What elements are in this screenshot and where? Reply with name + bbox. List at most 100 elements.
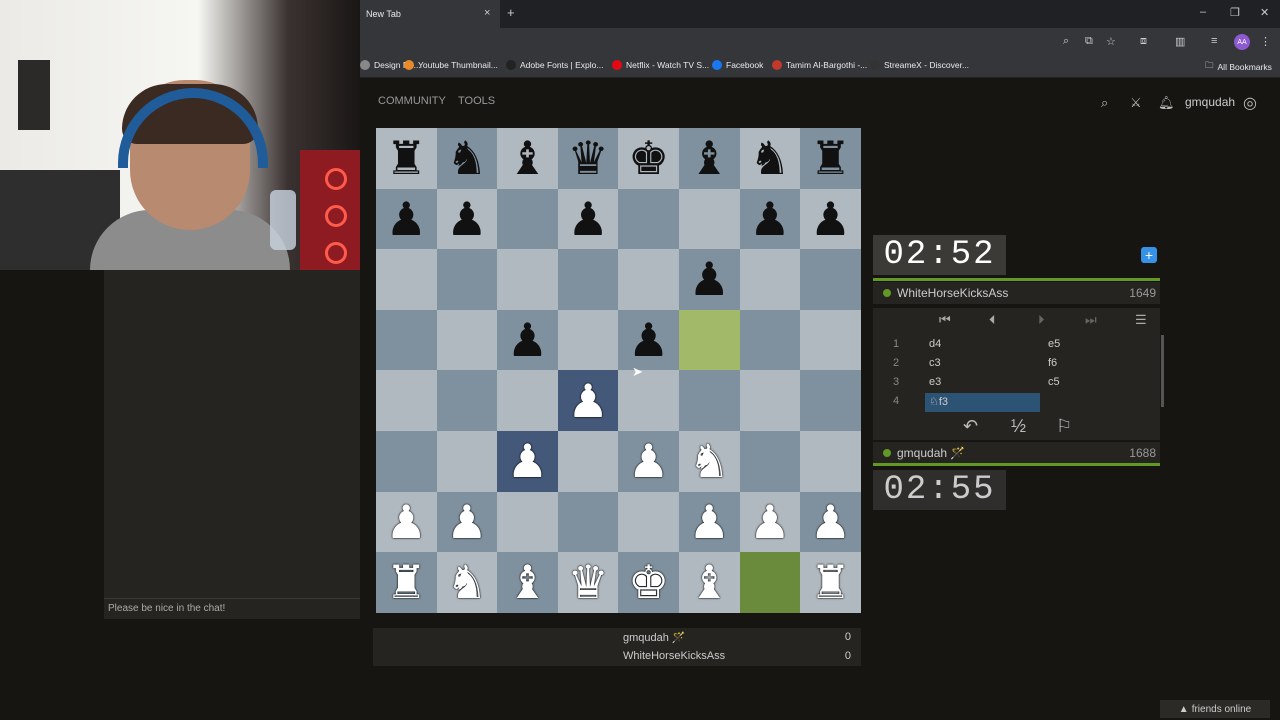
board-square[interactable]: ♟: [618, 430, 679, 492]
board-square[interactable]: [436, 430, 498, 492]
new-tab-icon[interactable]: +: [507, 5, 515, 20]
board-square[interactable]: [557, 249, 619, 310]
black-queen-icon[interactable]: ♛: [567, 135, 608, 181]
board-square[interactable]: ♜: [376, 128, 437, 189]
profile-avatar[interactable]: AA: [1234, 34, 1250, 50]
close-window-icon[interactable]: ✕: [1260, 6, 1269, 19]
bookmark-item[interactable]: Youtube Thumbnail...: [404, 60, 498, 70]
board-square[interactable]: ♟: [618, 309, 679, 371]
black-pawn-icon[interactable]: ♟: [386, 196, 427, 242]
board-square[interactable]: ♟: [678, 491, 740, 553]
sidebar-icon[interactable]: ▥: [1175, 35, 1185, 48]
black-move[interactable]: c5: [1048, 376, 1060, 388]
tab-close-icon[interactable]: ×: [484, 7, 490, 19]
board-square[interactable]: ♟: [376, 188, 437, 250]
score-name[interactable]: gmqudah 🪄: [623, 632, 686, 644]
board-square[interactable]: [800, 370, 861, 431]
board-square[interactable]: ♛: [557, 552, 619, 613]
board-square[interactable]: [497, 188, 558, 250]
board-square[interactable]: ♟: [739, 491, 801, 553]
board-square[interactable]: [618, 249, 679, 310]
white-move[interactable]: c3: [929, 357, 941, 369]
board-square[interactable]: [618, 188, 679, 250]
menu-icon[interactable]: ☰: [1135, 312, 1147, 328]
board-square[interactable]: [678, 188, 740, 250]
browser-tab[interactable]: New Tab ×: [360, 0, 500, 28]
board-square[interactable]: ♚: [618, 552, 679, 613]
star-icon[interactable]: ☆: [1106, 35, 1116, 48]
board-square[interactable]: [678, 370, 740, 431]
board-square[interactable]: [618, 491, 679, 553]
board-square[interactable]: ♟: [557, 188, 619, 250]
takeback-icon[interactable]: ↶: [963, 416, 978, 437]
board-square[interactable]: [376, 370, 437, 431]
black-move[interactable]: e5: [1048, 338, 1060, 350]
white-knight-icon[interactable]: ♞: [446, 559, 487, 605]
board-square[interactable]: [497, 249, 558, 310]
username[interactable]: gmqudah: [1185, 95, 1235, 109]
board-square[interactable]: [739, 370, 801, 431]
board-square[interactable]: [678, 309, 740, 371]
board-square[interactable]: [436, 249, 498, 310]
board-square[interactable]: ♞: [739, 128, 801, 189]
black-bishop-icon[interactable]: ♝: [507, 135, 548, 181]
all-bookmarks[interactable]: 🗀 All Bookmarks: [1205, 60, 1272, 74]
board-square[interactable]: [557, 309, 619, 371]
board-square[interactable]: [618, 370, 679, 431]
prev-move-icon[interactable]: ⏴: [989, 312, 996, 328]
search-icon[interactable]: ⌕: [1101, 95, 1108, 111]
board-square[interactable]: [800, 430, 861, 492]
white-pawn-icon[interactable]: ♟: [507, 438, 548, 484]
board-square[interactable]: ♜: [800, 128, 861, 189]
white-king-icon[interactable]: ♚: [628, 559, 669, 605]
board-square[interactable]: [376, 309, 437, 371]
board-square[interactable]: ♜: [376, 552, 437, 613]
self-name[interactable]: gmqudah 🪄: [897, 446, 965, 460]
black-rook-icon[interactable]: ♜: [810, 135, 851, 181]
board-square[interactable]: ♞: [678, 430, 740, 492]
black-king-icon[interactable]: ♚: [628, 135, 669, 181]
white-move[interactable]: e3: [929, 376, 941, 388]
add-time-icon[interactable]: +: [1141, 247, 1157, 263]
board-square[interactable]: [739, 552, 801, 613]
self-player[interactable]: gmqudah 🪄 1688: [873, 442, 1160, 464]
opponent-player[interactable]: WhiteHorseKicksAss 1649: [873, 282, 1160, 304]
black-knight-icon[interactable]: ♞: [446, 135, 487, 181]
black-move[interactable]: f6: [1048, 357, 1057, 369]
bookmark-item[interactable]: StreameX - Discover...: [870, 60, 969, 70]
board-square[interactable]: [376, 249, 437, 310]
board-square[interactable]: ♟: [678, 249, 740, 310]
board-square[interactable]: [436, 370, 498, 431]
tab-search-icon[interactable]: ≡: [1211, 35, 1217, 47]
bookmark-item[interactable]: Tamim Al-Bargothi -...: [772, 60, 867, 70]
white-pawn-icon[interactable]: ♟: [689, 499, 730, 545]
white-pawn-icon[interactable]: ♟: [628, 438, 669, 484]
black-pawn-icon[interactable]: ♟: [507, 317, 548, 363]
black-rook-icon[interactable]: ♜: [386, 135, 427, 181]
board-square[interactable]: ♜: [800, 552, 861, 613]
board-square[interactable]: ♟: [497, 430, 558, 492]
black-pawn-icon[interactable]: ♟: [689, 256, 730, 302]
install-icon[interactable]: ⧉: [1085, 35, 1093, 48]
board-square[interactable]: ♟: [800, 491, 861, 553]
white-pawn-icon[interactable]: ♟: [386, 499, 427, 545]
swords-icon[interactable]: ⚔: [1130, 95, 1142, 111]
board-square[interactable]: [800, 249, 861, 310]
black-pawn-icon[interactable]: ♟: [749, 196, 790, 242]
nav-tools[interactable]: TOOLS: [458, 95, 495, 107]
opponent-name[interactable]: WhiteHorseKicksAss: [897, 286, 1008, 300]
board-square[interactable]: [739, 430, 801, 492]
board-square[interactable]: [497, 370, 558, 431]
bookmark-item[interactable]: Facebook: [712, 60, 763, 70]
friends-online-button[interactable]: ▲ friends online: [1160, 700, 1270, 718]
resign-flag-icon[interactable]: ⚐: [1056, 416, 1072, 437]
board-square[interactable]: ♟: [800, 188, 861, 250]
bookmark-item[interactable]: Netflix - Watch TV S...: [612, 60, 709, 70]
board-square[interactable]: [497, 491, 558, 553]
white-bishop-icon[interactable]: ♝: [507, 559, 548, 605]
white-pawn-icon[interactable]: ♟: [749, 499, 790, 545]
menu-icon[interactable]: ⋮: [1260, 35, 1271, 48]
first-move-icon[interactable]: ⏮: [939, 312, 951, 328]
black-pawn-icon[interactable]: ♟: [567, 196, 608, 242]
board-square[interactable]: ♟: [376, 491, 437, 553]
